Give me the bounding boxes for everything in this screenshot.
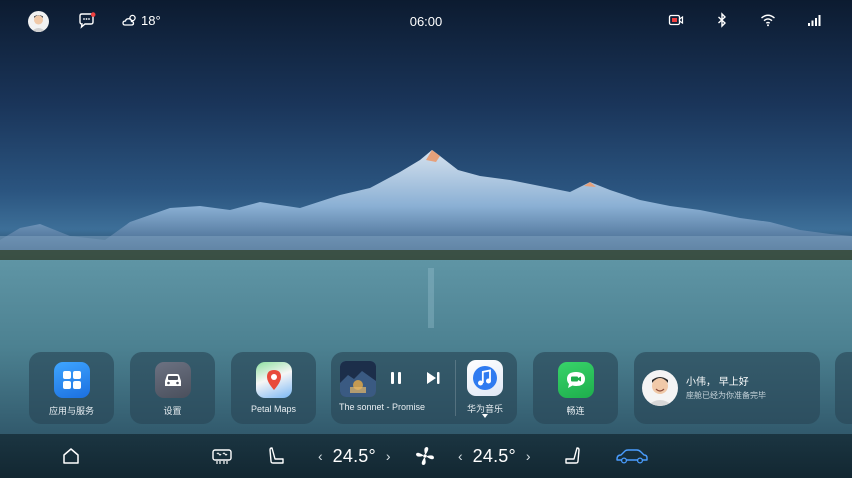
seat-right-button[interactable] (562, 446, 582, 466)
map-pin-icon (255, 362, 292, 398)
vehicle-button[interactable] (615, 446, 649, 466)
music-player-card[interactable]: The sonnet - Promise 华为音乐 (331, 352, 517, 424)
app-label: 畅连 (566, 406, 585, 416)
next-card-partial[interactable] (835, 352, 852, 424)
home-icon (63, 448, 79, 464)
defrost-icon (212, 449, 232, 464)
greeting-title: 小伟， 早上好 (686, 377, 749, 388)
bluetooth-icon[interactable] (714, 12, 730, 28)
temp-increase-right[interactable]: › (526, 448, 531, 464)
apps-grid-icon (53, 362, 90, 398)
avatar-icon (647, 377, 673, 406)
app-card-settings[interactable]: 设置 (130, 352, 215, 424)
status-bar: 18° 06:00 (0, 0, 852, 42)
caret-down-icon[interactable] (482, 414, 488, 418)
temp-decrease-left[interactable]: ‹ (318, 448, 323, 464)
app-dock: 应用与服务 设置 Petal Maps The sonnet - Promise… (0, 352, 852, 426)
app-card-apps-services[interactable]: 应用与服务 (29, 352, 114, 424)
dashcam-icon[interactable] (668, 12, 684, 28)
temp-increase-left[interactable]: › (386, 448, 391, 464)
seat-left-button[interactable] (267, 446, 287, 466)
car-icon (616, 449, 648, 464)
app-label: Petal Maps (250, 404, 297, 414)
right-temp-control[interactable]: ‹ 24.5° › (458, 446, 531, 466)
pause-icon[interactable] (388, 370, 404, 386)
home-button[interactable] (61, 446, 81, 466)
music-note-icon[interactable] (467, 360, 503, 396)
greeting-card[interactable]: 小伟， 早上好 座舱已经为你准备完毕 (634, 352, 820, 424)
app-card-petal-maps[interactable]: Petal Maps (231, 352, 316, 424)
car-settings-icon (154, 362, 191, 398)
greeting-avatar (642, 370, 678, 406)
seat-right-icon (565, 447, 580, 464)
video-call-icon (557, 362, 594, 398)
divider (455, 360, 456, 416)
song-title: The sonnet - Promise (339, 402, 426, 412)
wifi-icon[interactable] (760, 12, 776, 28)
greeting-subtitle: 座舱已经为你准备完毕 (686, 391, 766, 400)
rear-defrost-button[interactable] (211, 446, 233, 466)
app-label: 应用与服务 (48, 406, 94, 416)
next-track-icon[interactable] (425, 370, 441, 386)
status-icons (668, 12, 822, 28)
temp-decrease-right[interactable]: ‹ (458, 448, 463, 464)
left-temp-value: 24.5° (332, 445, 376, 466)
right-temp-value: 24.5° (472, 445, 516, 466)
vehicle-control-bar: ‹ 24.5° › ‹ 24.5° › (0, 434, 852, 478)
seat-left-icon (269, 447, 284, 464)
left-temp-control[interactable]: ‹ 24.5° › (318, 446, 391, 466)
album-art[interactable] (340, 361, 376, 397)
fan-icon (416, 447, 434, 465)
fan-button[interactable] (414, 446, 436, 466)
app-label: 设置 (163, 406, 182, 416)
app-card-changlian[interactable]: 畅连 (533, 352, 618, 424)
signal-icon[interactable] (806, 12, 822, 28)
